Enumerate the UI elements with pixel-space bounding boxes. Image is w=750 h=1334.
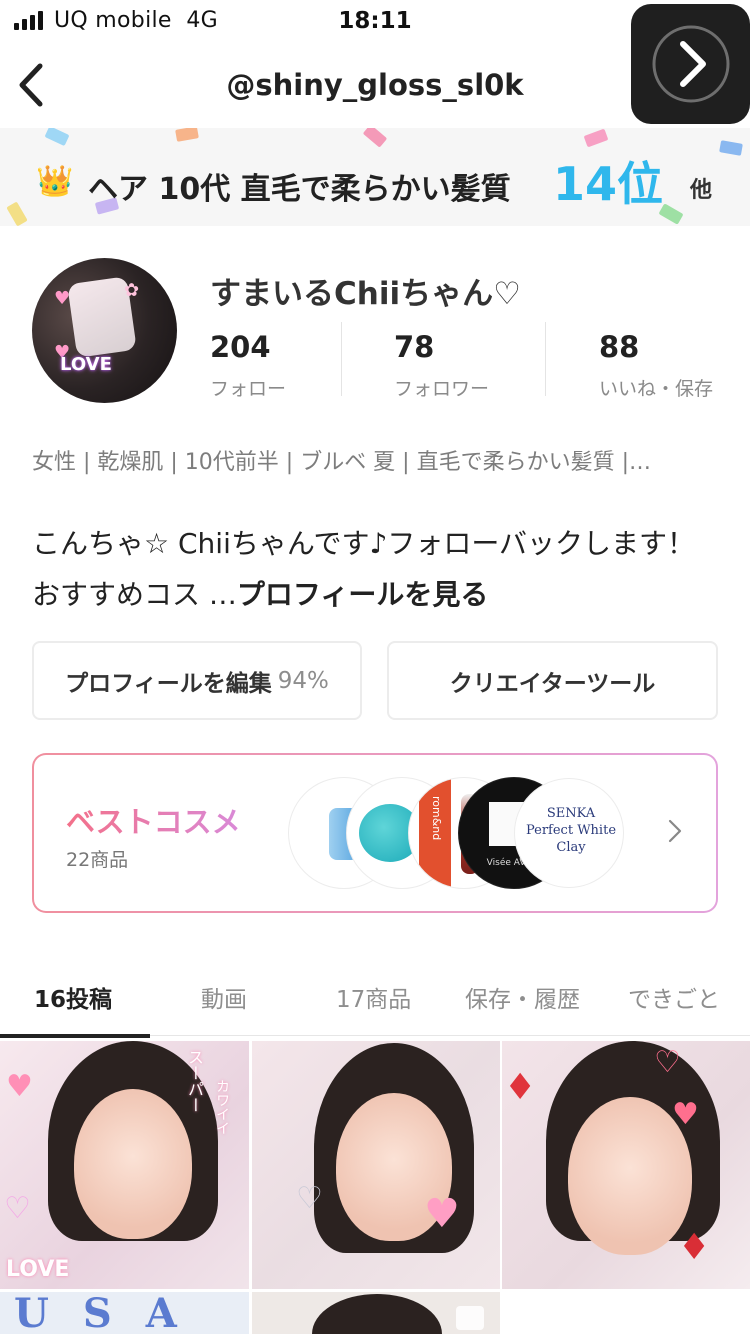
heart-sticker-icon: ♡ xyxy=(296,1181,323,1216)
edit-profile-button[interactable]: プロフィールを編集 94% xyxy=(32,641,362,720)
chevron-right-icon xyxy=(668,819,682,843)
avatar[interactable]: ♥ ✿ ♥ LOVE xyxy=(32,258,177,403)
strawberry-icon: ♦ xyxy=(678,1227,711,1268)
tab-saved-history[interactable]: 保存・履歴 xyxy=(465,980,580,1014)
heart-icon: ✿ xyxy=(124,280,140,301)
confetti-decoration xyxy=(362,128,388,148)
heart-sticker-icon: ♡ xyxy=(4,1191,31,1226)
post-thumbnail[interactable]: ♡ ♥ xyxy=(252,1041,500,1289)
display-name: すまいるChiiちゃん♡ xyxy=(210,276,521,312)
tab-events[interactable]: できごと xyxy=(628,980,720,1014)
tab-posts[interactable]: 16投稿 xyxy=(34,980,112,1014)
creator-tool-button[interactable]: クリエイターツール xyxy=(387,641,718,720)
stat-value: 88 xyxy=(599,330,640,364)
sticker-text: カワイイ xyxy=(214,1079,230,1135)
post-image-hair xyxy=(312,1294,442,1334)
forward-overlay-button[interactable] xyxy=(631,4,750,124)
crown-icon: 👑 xyxy=(36,164,74,199)
post-thumbnail[interactable] xyxy=(252,1292,500,1334)
stat-label: フォロー xyxy=(210,378,287,400)
strawberry-icon: ♦ xyxy=(504,1067,537,1108)
post-image-face xyxy=(74,1089,192,1239)
post-thumbnail[interactable]: USA xyxy=(0,1292,249,1334)
stat-label: フォロワー xyxy=(394,378,490,400)
confetti-decoration xyxy=(44,128,70,147)
product-brand-text: rom&nd xyxy=(430,796,443,841)
divider xyxy=(545,322,546,396)
avatar-love-text: LOVE xyxy=(60,354,112,375)
confetti-decoration xyxy=(6,201,28,226)
best-cosme-card[interactable]: ベストコスメ 22商品 rom&nd Visée AVANT SENKA Per… xyxy=(32,753,718,913)
post-thumbnail[interactable]: ♥ ♡ スーパー カワイイ LOVE xyxy=(0,1041,249,1289)
confetti-decoration xyxy=(175,128,199,142)
tab-products[interactable]: 17商品 xyxy=(336,980,411,1014)
active-tab-indicator xyxy=(0,1034,150,1038)
sticker-text: LOVE xyxy=(6,1257,70,1282)
see-profile-link[interactable]: プロフィールを見る xyxy=(237,578,488,611)
rank-category: ヘア 10代 直毛で柔らかい髪質 xyxy=(88,172,511,207)
confetti-decoration xyxy=(719,140,743,156)
tab-videos[interactable]: 動画 xyxy=(201,980,247,1014)
rank-position: 14位 xyxy=(553,157,664,211)
heart-sticker-icon: ♡ xyxy=(654,1045,681,1080)
product-thumb-senka-clay: SENKA Perfect White Clay xyxy=(514,778,624,888)
product-brand-text: SENKA Perfect White Clay xyxy=(525,806,617,855)
heart-icon: ♥ xyxy=(54,288,71,309)
stat-followers[interactable]: 78 フォロワー xyxy=(394,330,489,401)
stat-value: 204 xyxy=(210,330,271,364)
video-icon xyxy=(456,1306,484,1330)
divider xyxy=(341,322,342,396)
post-thumbnail[interactable]: ♦ ♥ ♦ ♡ xyxy=(502,1041,750,1289)
stat-value: 78 xyxy=(394,330,435,364)
stat-following[interactable]: 204 フォロー xyxy=(210,330,286,401)
creator-tool-label: クリエイターツール xyxy=(449,670,656,697)
post-thumbnail-empty xyxy=(502,1292,750,1334)
best-cosme-count: 22商品 xyxy=(66,849,129,871)
profile-tags[interactable]: 女性 | 乾燥肌 | 10代前半 | ブルベ 夏 | 直毛で柔らかい髪質 |… xyxy=(32,444,651,476)
heart-sticker-icon: ♥ xyxy=(6,1069,33,1104)
sticker-text: スーパー xyxy=(185,1049,204,1113)
rank-other-label: 他 xyxy=(690,178,713,203)
ranking-banner[interactable]: 👑 ヘア 10代 直毛で柔らかい髪質 14位 他 xyxy=(0,128,750,226)
profile-bio[interactable]: こんちゃ☆ Chiiちゃんです♪フォローバックします！ おすすめコス …プロフィ… xyxy=(32,518,722,620)
profile-completion: 94% xyxy=(277,667,329,694)
heart-sticker-icon: ♥ xyxy=(672,1097,699,1132)
chevron-right-circle-icon xyxy=(652,25,730,103)
confetti-decoration xyxy=(583,128,609,148)
edit-profile-label: プロフィールを編集 xyxy=(65,670,272,697)
best-cosme-title: ベストコスメ xyxy=(66,799,241,841)
stat-likes-saves[interactable]: 88 いいね・保存 xyxy=(599,330,713,401)
heart-sticker-icon: ♥ xyxy=(424,1191,460,1237)
sticker-text: USA xyxy=(14,1292,211,1334)
stat-label: いいね・保存 xyxy=(599,378,714,400)
